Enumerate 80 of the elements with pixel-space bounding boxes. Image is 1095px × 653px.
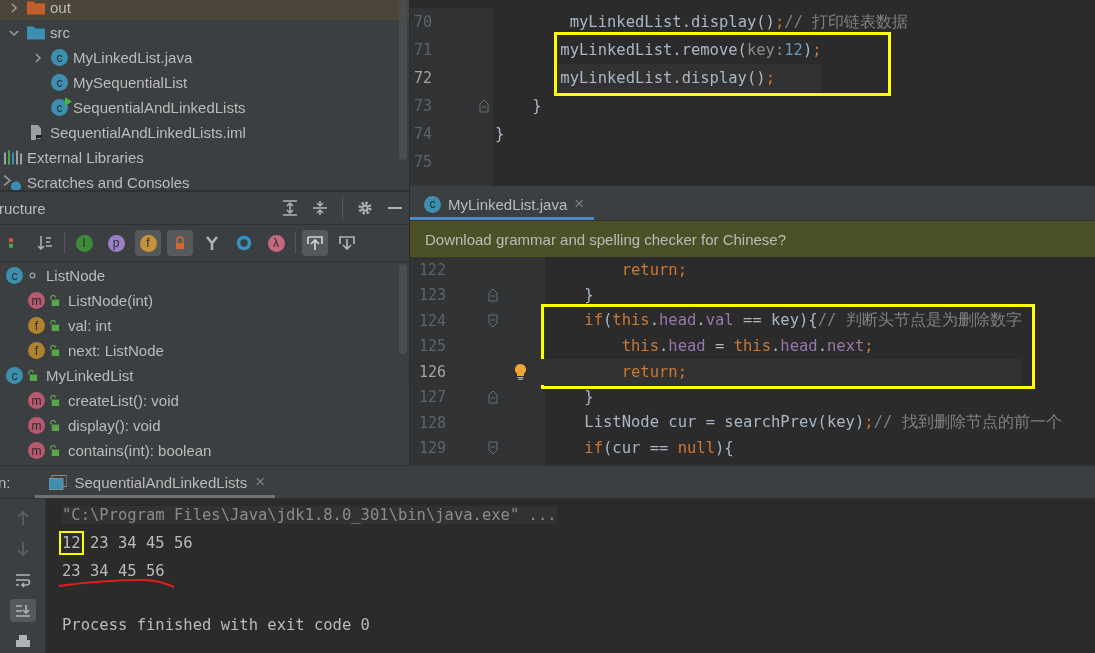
class-icon: c — [6, 367, 23, 384]
toolbar-button[interactable]: I — [71, 230, 97, 256]
tree-item[interactable]: SequentialAndLinkedLists.iml — [0, 120, 409, 145]
code-line: this.head = this.head.next; — [620, 337, 874, 356]
class-icon: c — [6, 267, 23, 284]
fork-icon — [204, 235, 220, 251]
code-line: myLinkedList.display();// 打印链表数据 — [568, 11, 909, 33]
fold-end-icon[interactable] — [479, 99, 489, 113]
panel-title: ructure — [0, 199, 46, 217]
code-line: } — [531, 97, 542, 115]
tree-item[interactable]: c MySequentialList — [0, 70, 409, 95]
printer-icon — [14, 633, 31, 650]
structure-item[interactable]: createList(): void — [68, 392, 179, 409]
settings-icon[interactable] — [357, 200, 373, 216]
code-line: if(cur == null){ — [583, 439, 734, 458]
chevron-right-icon[interactable] — [32, 51, 44, 64]
fold-start-icon[interactable] — [488, 313, 498, 328]
expand-all-icon[interactable] — [282, 200, 298, 216]
tree-item[interactable]: src — [0, 20, 409, 45]
method-icon: m — [28, 392, 45, 409]
scroll-to-end-icon — [14, 602, 31, 619]
tree-item[interactable]: Scratches and Consoles — [0, 170, 409, 190]
chevron-right-icon[interactable] — [8, 1, 20, 14]
folder-icon — [27, 25, 45, 40]
structure-item[interactable]: val: int — [68, 317, 112, 334]
toolbar-button[interactable]: λ — [263, 230, 289, 256]
line-number: 126 — [418, 362, 447, 381]
method-icon: m — [28, 292, 45, 309]
code-line: return; — [620, 260, 687, 279]
field-icon: f — [28, 317, 45, 334]
method-icon: m — [28, 442, 45, 459]
toolbar-button[interactable] — [302, 230, 328, 256]
structure-item[interactable]: contains(int): boolean — [68, 442, 212, 459]
code-line: return; — [620, 362, 687, 381]
arrow-down-icon — [339, 235, 355, 251]
class-icon: c — [51, 74, 68, 91]
class-icon: c — [51, 49, 68, 66]
field-icon: f — [28, 342, 45, 359]
tree-item[interactable]: c MyLinkedList.java — [0, 45, 409, 70]
code-line: } — [495, 125, 505, 143]
tree-item[interactable]: External Libraries — [0, 145, 409, 170]
line-number: 72 — [413, 69, 433, 87]
fold-start-icon[interactable] — [488, 441, 498, 456]
wrap-icon — [14, 572, 31, 588]
structure-item[interactable]: MyLinkedList — [46, 367, 134, 384]
collapse-all-icon[interactable] — [312, 200, 328, 216]
tree-item[interactable]: c SequentialAndLinkedLists — [0, 95, 409, 120]
structure-item[interactable]: display(): void — [68, 417, 161, 434]
code-line: myLinkedList.display(); — [560, 69, 775, 87]
fold-end-icon[interactable] — [488, 288, 498, 303]
ring-icon — [236, 235, 252, 251]
fold-end-icon[interactable] — [488, 390, 498, 405]
run-tab[interactable]: SequentialAndLinkedLists × — [34, 466, 276, 498]
toolbar-button[interactable]: p — [103, 230, 129, 256]
console-output: 23 34 45 56 — [89, 534, 193, 552]
toolbar-button[interactable] — [9, 599, 36, 623]
toolbar-button[interactable]: f — [135, 230, 161, 256]
method-icon: m — [28, 417, 45, 434]
structure-item[interactable]: ListNode — [46, 267, 106, 284]
console-output: 23 34 45 56 — [62, 562, 165, 580]
arrow-up-icon — [307, 235, 323, 251]
folder-icon — [27, 0, 45, 15]
code-line: if(this.head.val == key){// 判断头节点是为删除数字 — [583, 310, 1022, 332]
code-line: } — [583, 286, 594, 305]
toolbar-button[interactable] — [167, 230, 193, 256]
console-output: 12 — [62, 534, 81, 552]
code-line: } — [583, 388, 594, 407]
console-icon — [4, 175, 22, 190]
tree-item[interactable]: out — [0, 0, 409, 20]
code-line: myLinkedList.remove(key:12); — [560, 41, 822, 59]
console-icon — [48, 474, 67, 490]
arrow-down-icon — [14, 541, 31, 558]
library-icon — [4, 150, 22, 165]
structure-item[interactable]: ListNode(int) — [68, 292, 154, 309]
notification-banner: Download grammar and spelling checker for Chinese? — [410, 221, 1095, 257]
lightbulb-icon[interactable] — [514, 363, 527, 380]
console-output: Process finished with exit code 0 — [62, 616, 370, 634]
structure-item[interactable]: next: ListNode — [68, 342, 164, 359]
code-line: ListNode cur = searchPrev(key);// 找到删除节点的前一个 — [583, 412, 1062, 434]
sort-icon — [37, 235, 53, 251]
